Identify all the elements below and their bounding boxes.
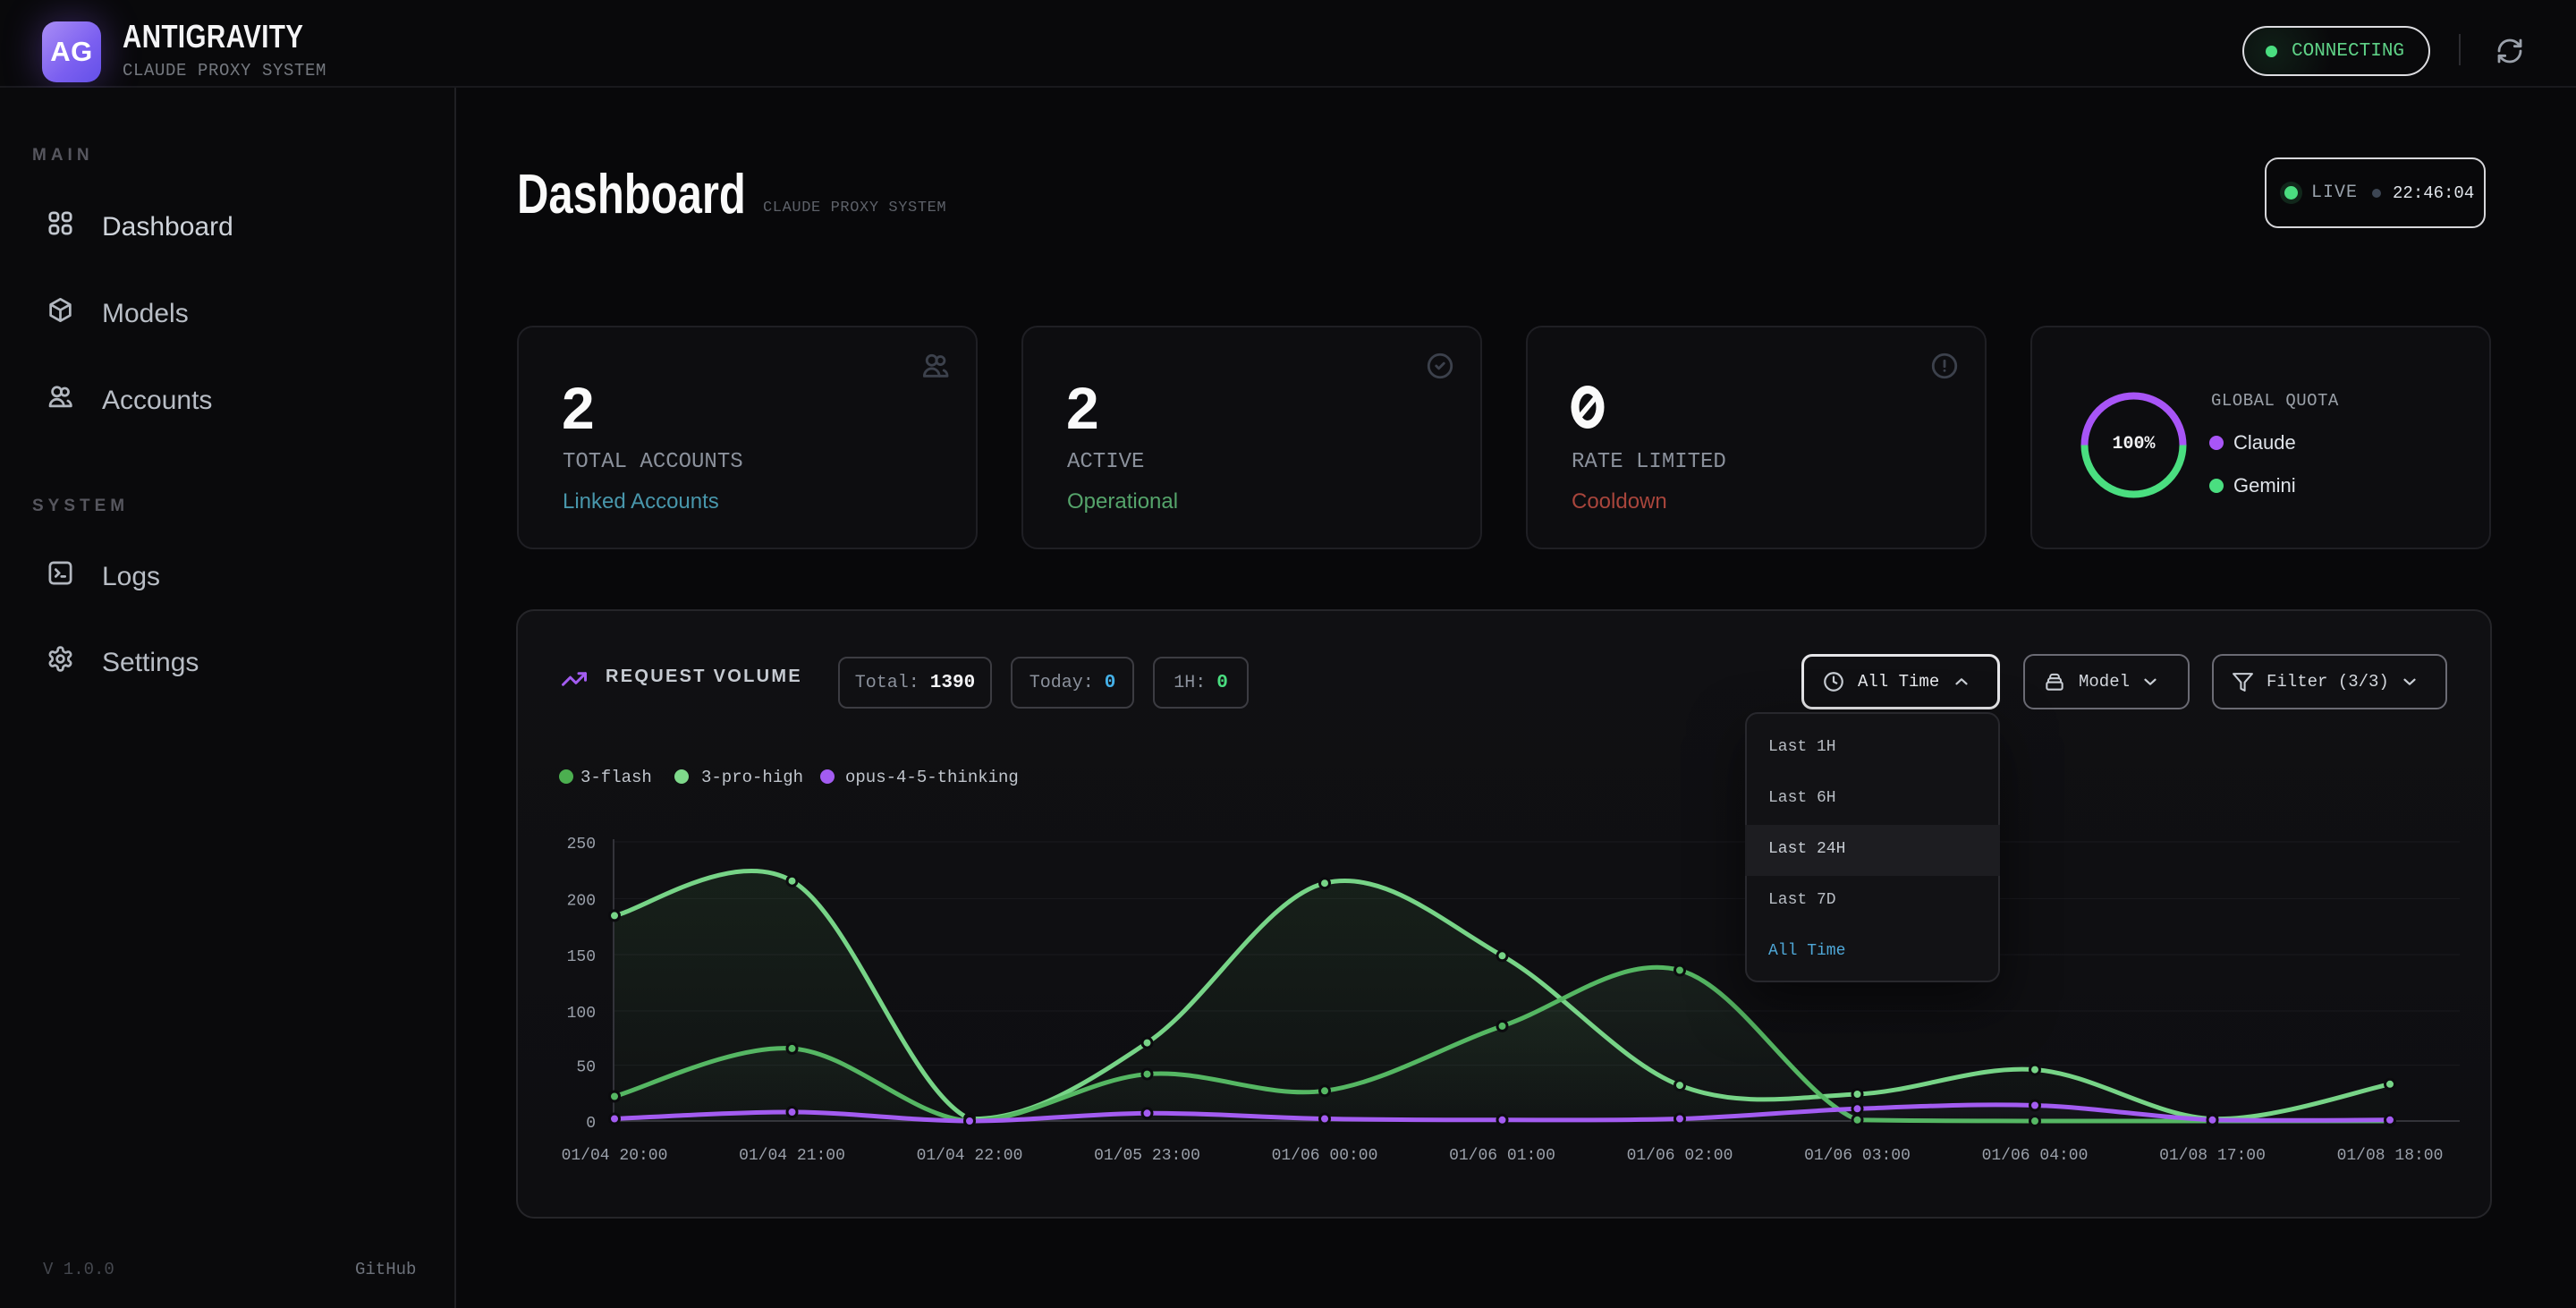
svg-text:01/05 23:00: 01/05 23:00: [1094, 1147, 1200, 1165]
svg-text:0: 0: [586, 1115, 596, 1133]
svg-text:01/06 01:00: 01/06 01:00: [1449, 1147, 1555, 1165]
svg-text:01/06 03:00: 01/06 03:00: [1804, 1147, 1911, 1165]
svg-text:200: 200: [567, 892, 596, 910]
svg-text:50: 50: [576, 1059, 596, 1077]
svg-text:01/08 18:00: 01/08 18:00: [2337, 1147, 2444, 1165]
svg-text:01/06 00:00: 01/06 00:00: [1272, 1147, 1378, 1165]
svg-text:01/04 21:00: 01/04 21:00: [739, 1147, 845, 1165]
svg-text:01/06 02:00: 01/06 02:00: [1627, 1147, 1733, 1165]
svg-text:01/04 22:00: 01/04 22:00: [917, 1147, 1023, 1165]
svg-text:100: 100: [567, 1005, 596, 1023]
svg-text:01/08 17:00: 01/08 17:00: [2159, 1147, 2266, 1165]
svg-text:01/06 04:00: 01/06 04:00: [1982, 1147, 2089, 1165]
svg-text:250: 250: [567, 836, 596, 854]
svg-text:150: 150: [567, 948, 596, 966]
svg-text:01/04 20:00: 01/04 20:00: [562, 1147, 668, 1165]
